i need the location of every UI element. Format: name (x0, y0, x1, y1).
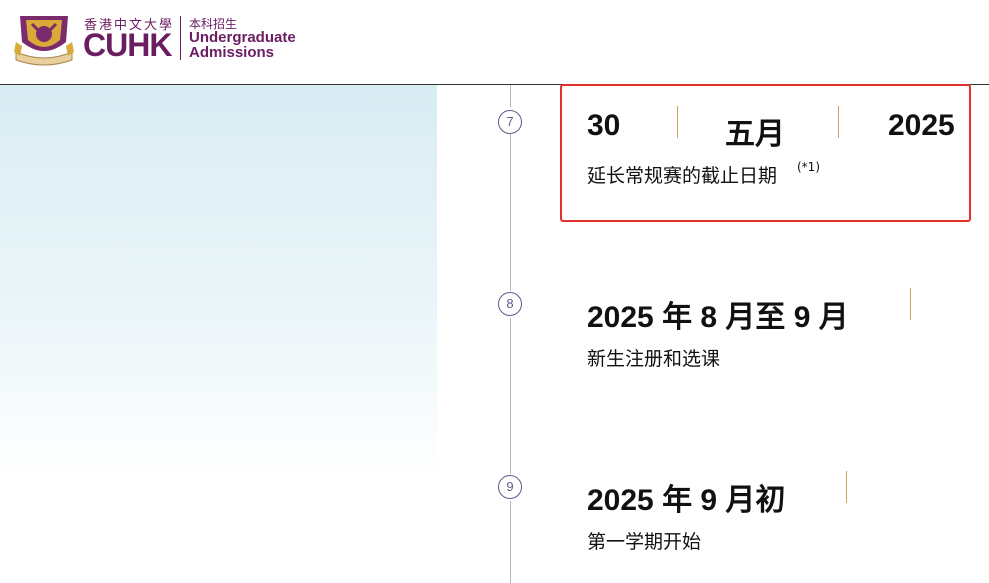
site-header: 香港中文大學 CUHK 本科招生 Undergraduate Admission… (0, 0, 989, 85)
timeline-line (510, 318, 511, 474)
step-description: 新生注册和选课 (587, 348, 721, 370)
timeline-line (510, 501, 511, 583)
step-number-9: 9 (498, 475, 522, 499)
step-number-7: 7 (498, 110, 522, 134)
step-date: 2025 年 8 月至 9 月 (587, 301, 849, 334)
date-year: 2025 (888, 109, 955, 142)
footnote-marker[interactable]: (*1) (797, 160, 820, 174)
step-description: 延长常规赛的截止日期 (587, 165, 778, 187)
date-day: 30 (587, 109, 621, 142)
logo-divider (180, 16, 181, 60)
highlight-box (560, 84, 971, 222)
logo-cuhk-wordmark[interactable]: CUHK (83, 27, 172, 64)
date-month: 五月 (725, 118, 785, 151)
step-number-8: 8 (498, 292, 522, 316)
admissions-english-label[interactable]: Undergraduate Admissions (189, 30, 319, 60)
timeline-line (510, 85, 511, 107)
timeline-line (510, 134, 511, 291)
date-separator (846, 471, 847, 503)
step-date: 2025 年 9 月初 (587, 484, 786, 517)
left-gradient-panel (0, 85, 437, 480)
date-separator (838, 106, 839, 138)
step-description: 第一学期开始 (587, 531, 702, 553)
date-separator (910, 288, 911, 320)
cuhk-crest-icon[interactable] (12, 12, 76, 66)
date-separator (677, 106, 678, 138)
